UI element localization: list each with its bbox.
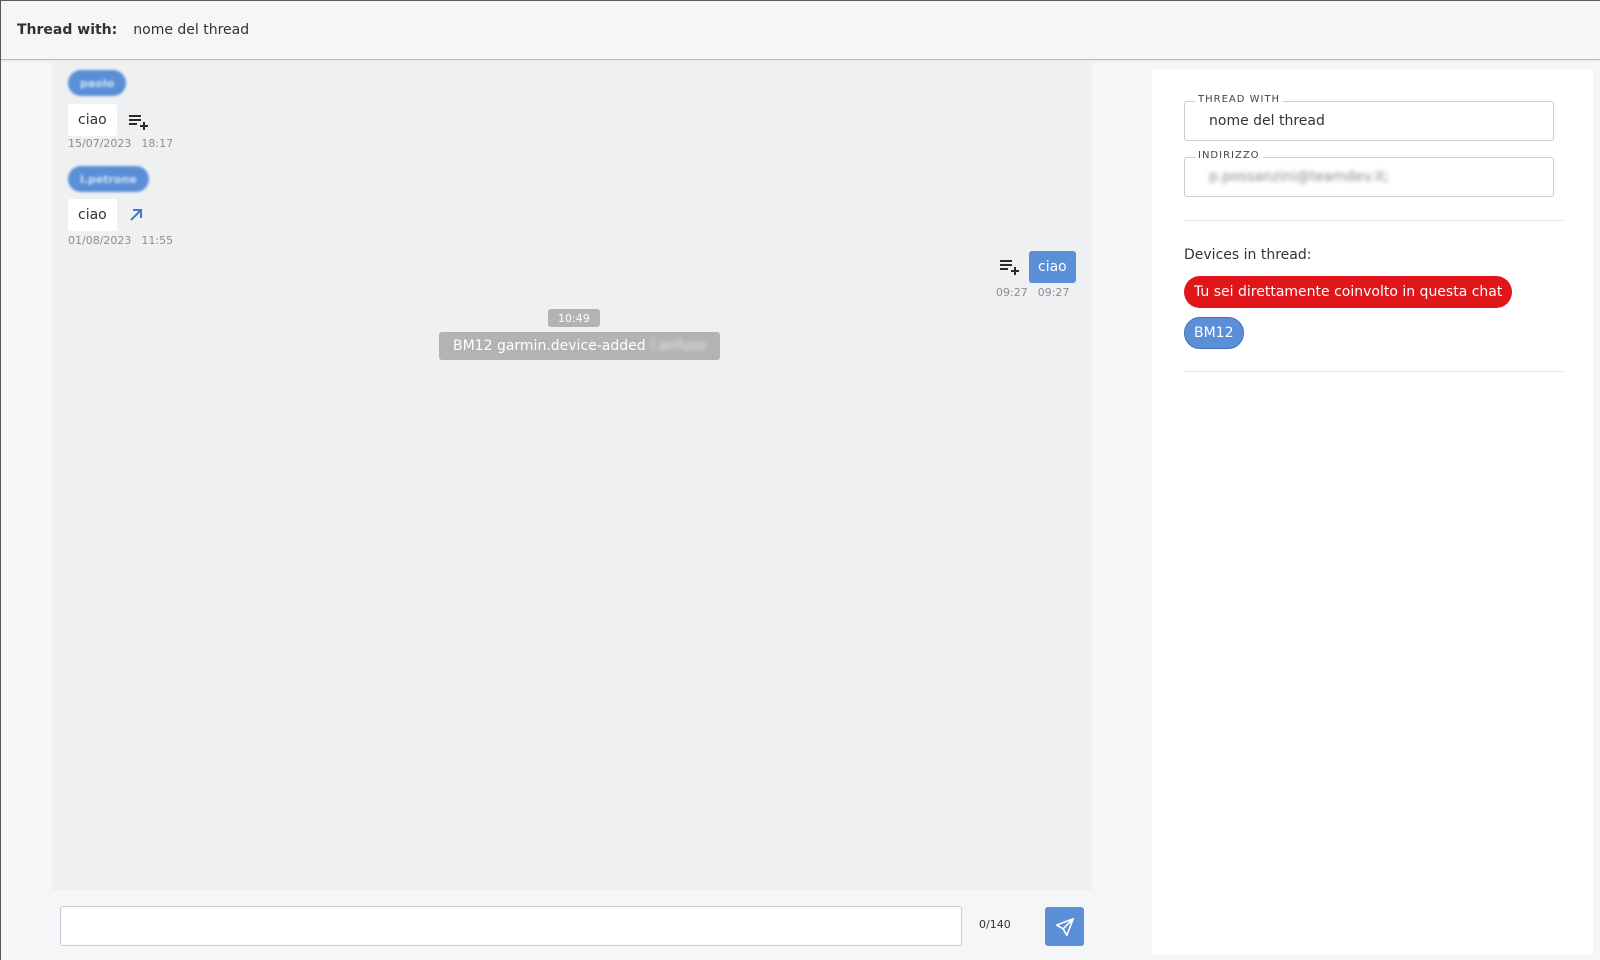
chat-area[interactable]: paolo ciao 15/07/2023 18:17 l.petrone cia… [52, 61, 1092, 890]
system-message: BM12 garmin.device-added l.anfuso [439, 332, 721, 360]
thread-header: Thread with: nome del thread [1, 1, 1600, 60]
direct-involvement-chip: Tu sei direttamente coinvolto in questa … [1184, 276, 1513, 308]
message-meta: 15/07/2023 18:17 [68, 137, 173, 150]
thread-with-field[interactable]: THREAD WITH nome del thread [1184, 94, 1554, 141]
sender-badge: paolo [68, 70, 127, 96]
system-message-text: BM12 garmin.device-added [453, 338, 646, 354]
message-bubble-outgoing: ciao [1029, 251, 1076, 283]
message-date: 01/08/2023 [68, 234, 132, 247]
message-time: 09:27 [996, 286, 1028, 299]
message-input[interactable] [60, 906, 962, 946]
system-timestamp: 10:49 [548, 309, 600, 327]
sender-badge: l.petrone [68, 166, 149, 192]
thread-with-value: nome del thread [1209, 113, 1325, 129]
divider [1184, 371, 1563, 372]
message-bubble-incoming: ciao [68, 199, 117, 231]
char-counter: 0/140 [979, 918, 1011, 931]
devices-title: Devices in thread: [1184, 247, 1312, 263]
message-time: 11:55 [141, 234, 174, 247]
address-value: p.possanzini@teamdev.it; [1209, 169, 1390, 185]
address-field[interactable]: INDIRIZZO p.possanzini@teamdev.it; [1184, 150, 1554, 197]
message-meta: 09:27 09:27 [996, 286, 1069, 299]
message-time: 09:27 [1037, 286, 1070, 299]
arrow-up-right-icon[interactable] [124, 203, 148, 227]
playlist-add-icon[interactable] [126, 109, 150, 133]
playlist-add-icon[interactable] [997, 254, 1021, 278]
thread-with-label: THREAD WITH [1195, 94, 1284, 105]
address-label: INDIRIZZO [1195, 150, 1263, 161]
send-icon [1055, 917, 1074, 936]
thread-details-panel: THREAD WITH nome del thread INDIRIZZO p.… [1152, 69, 1593, 955]
divider [1184, 220, 1563, 221]
thread-header-label: Thread with: [17, 22, 118, 38]
message-meta: 01/08/2023 11:55 [68, 234, 173, 247]
message-time: 18:17 [141, 137, 174, 150]
message-date: 15/07/2023 [68, 137, 132, 150]
device-chip[interactable]: BM12 [1184, 317, 1244, 349]
system-message-user: l.anfuso [650, 338, 707, 354]
message-bubble-incoming: ciao [68, 104, 117, 136]
send-button[interactable] [1045, 907, 1084, 946]
thread-header-value: nome del thread [133, 22, 250, 38]
